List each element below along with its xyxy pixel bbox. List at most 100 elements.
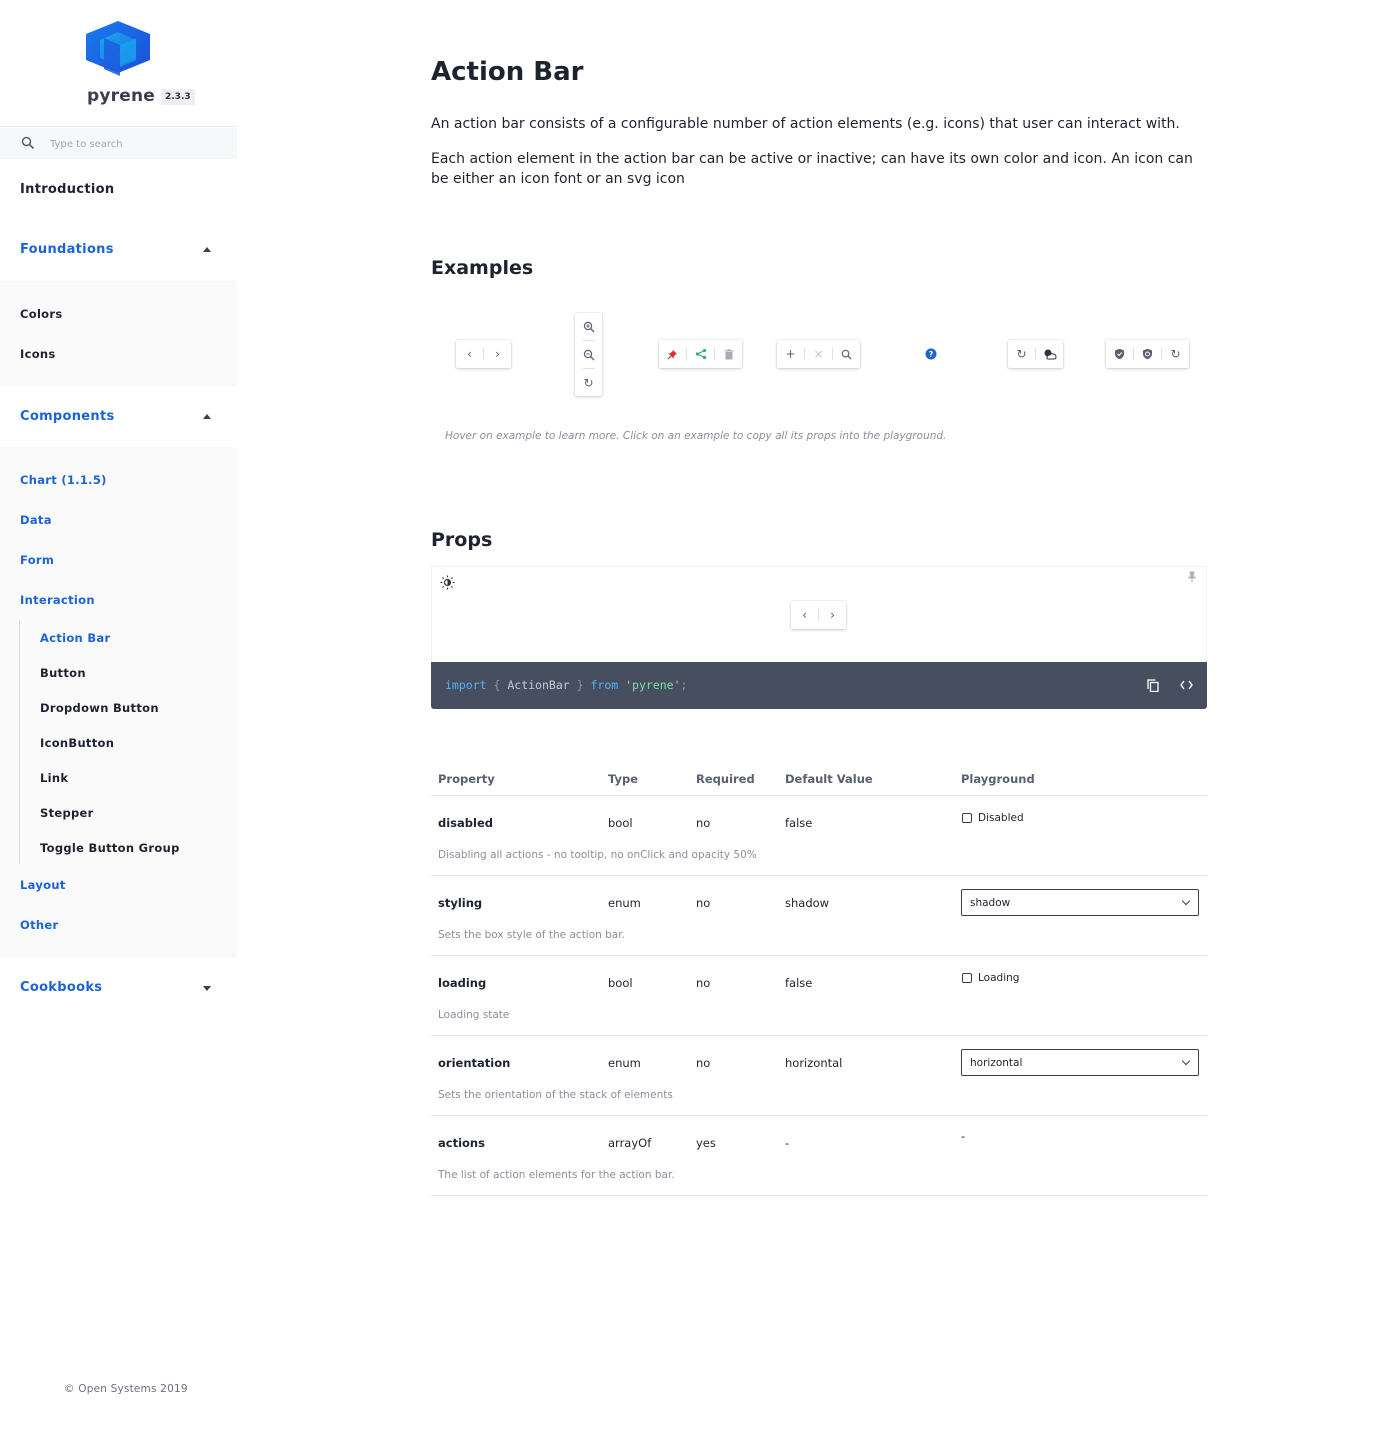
copy-icon[interactable] bbox=[1147, 679, 1159, 692]
nav-item-other[interactable]: Other bbox=[20, 918, 58, 932]
search-input[interactable] bbox=[50, 135, 220, 153]
weather-icon[interactable] bbox=[1036, 340, 1063, 368]
disabled-checkbox[interactable]: Disabled bbox=[962, 812, 1024, 824]
help-icon[interactable]: ? bbox=[925, 348, 937, 360]
nav-components[interactable]: Components bbox=[20, 409, 115, 424]
footer-copyright: © Open Systems 2019 bbox=[64, 1383, 188, 1395]
pin-icon[interactable] bbox=[1187, 571, 1197, 583]
header-required: Required bbox=[696, 772, 755, 786]
loading-checkbox[interactable]: Loading bbox=[962, 972, 1019, 984]
import-statement: import { ActionBar } from 'pyrene'; bbox=[445, 678, 688, 692]
prop-default: horizontal bbox=[785, 1056, 843, 1070]
prop-required: no bbox=[696, 976, 711, 990]
actions-playground-value: - bbox=[961, 1129, 966, 1143]
close-icon[interactable]: × bbox=[805, 340, 832, 368]
example-action-bar-3[interactable] bbox=[659, 340, 742, 368]
search-bar bbox=[0, 128, 237, 159]
nav-item-interaction[interactable]: Interaction bbox=[20, 593, 95, 607]
prop-description: The list of action elements for the acti… bbox=[438, 1169, 675, 1181]
svg-text:?: ? bbox=[928, 350, 933, 359]
prop-required: no bbox=[696, 896, 711, 910]
zoom-in-icon[interactable] bbox=[575, 313, 602, 340]
pyrene-logo-icon[interactable] bbox=[84, 20, 152, 80]
pin-icon[interactable] bbox=[659, 340, 686, 368]
prop-name: actions bbox=[438, 1136, 485, 1150]
brand-name: pyrene bbox=[87, 86, 155, 106]
chevron-right-icon[interactable]: › bbox=[819, 601, 846, 629]
refresh-icon[interactable]: ↻ bbox=[1162, 340, 1189, 368]
theme-toggle-icon[interactable] bbox=[440, 575, 455, 590]
collapse-foundations-icon[interactable] bbox=[203, 247, 211, 252]
example-action-bar-1[interactable]: ‹ › bbox=[456, 340, 511, 368]
nav-sub-stepper[interactable]: Stepper bbox=[40, 806, 94, 820]
search-icon bbox=[21, 136, 35, 150]
collapse-components-icon[interactable] bbox=[203, 414, 211, 419]
example-action-bar-2[interactable]: ↻ bbox=[575, 313, 602, 396]
playground-preview: ‹ › bbox=[431, 566, 1207, 663]
header-default-value: Default Value bbox=[785, 772, 873, 786]
prop-description: Sets the box style of the action bar. bbox=[438, 929, 625, 941]
chevron-left-icon[interactable]: ‹ bbox=[791, 601, 818, 629]
shield-alert-icon[interactable] bbox=[1134, 340, 1161, 368]
orientation-select[interactable]: horizontal bbox=[961, 1049, 1199, 1076]
chevron-down-icon bbox=[1181, 896, 1191, 906]
submenu-divider bbox=[19, 620, 20, 864]
nav-item-form[interactable]: Form bbox=[20, 553, 54, 567]
nav-sub-button[interactable]: Button bbox=[40, 666, 86, 680]
prop-description: Disabling all actions - no tooltip, no o… bbox=[438, 849, 757, 861]
example-action-bar-6[interactable]: ↻ bbox=[1008, 340, 1063, 368]
playground-action-bar[interactable]: ‹ › bbox=[791, 601, 846, 629]
prop-type: bool bbox=[608, 976, 633, 990]
nav-cookbooks[interactable]: Cookbooks bbox=[20, 980, 102, 995]
nav-sub-iconbutton[interactable]: IconButton bbox=[40, 736, 114, 750]
nav-sub-dropdown-button[interactable]: Dropdown Button bbox=[40, 701, 159, 715]
example-action-bar-4[interactable]: + × bbox=[777, 340, 860, 368]
chevron-down-icon bbox=[1181, 1056, 1191, 1066]
page-description-2: Each action element in the action bar ca… bbox=[431, 151, 1193, 187]
add-icon[interactable]: + bbox=[777, 340, 804, 368]
page-description-1: An action bar consists of a configurable… bbox=[431, 116, 1180, 132]
prop-name: loading bbox=[438, 976, 487, 990]
refresh-icon[interactable]: ↻ bbox=[575, 369, 602, 396]
prop-required: no bbox=[696, 816, 711, 830]
sidebar: pyrene 2.3.3 Introduction Foundations Co… bbox=[0, 0, 237, 1429]
header-playground: Playground bbox=[961, 772, 1035, 786]
example-action-bar-5[interactable]: ? bbox=[917, 340, 944, 368]
nav-item-layout[interactable]: Layout bbox=[20, 878, 66, 892]
prop-name: styling bbox=[438, 896, 483, 910]
nav-item-colors[interactable]: Colors bbox=[20, 307, 63, 321]
expand-cookbooks-icon[interactable] bbox=[203, 986, 211, 991]
nav-sub-toggle-button-group[interactable]: Toggle Button Group bbox=[40, 841, 180, 855]
chevron-left-icon[interactable]: ‹ bbox=[456, 340, 483, 368]
foundations-group bbox=[0, 281, 237, 386]
header-property: Property bbox=[438, 772, 495, 786]
refresh-icon[interactable]: ↻ bbox=[1008, 340, 1035, 368]
prop-required: yes bbox=[696, 1136, 716, 1150]
prop-name: orientation bbox=[438, 1056, 511, 1070]
trash-icon[interactable] bbox=[715, 340, 742, 368]
nav-introduction[interactable]: Introduction bbox=[20, 182, 114, 197]
prop-default: - bbox=[785, 1136, 790, 1150]
props-heading: Props bbox=[431, 529, 493, 551]
nav-sub-action-bar[interactable]: Action Bar bbox=[40, 631, 110, 645]
shield-icon[interactable] bbox=[1106, 340, 1133, 368]
prop-description: Sets the orientation of the stack of ele… bbox=[438, 1089, 673, 1101]
nav-item-icons[interactable]: Icons bbox=[20, 347, 56, 361]
zoom-out-icon[interactable] bbox=[575, 341, 602, 368]
examples-hint: Hover on example to learn more. Click on… bbox=[445, 430, 947, 442]
nav-item-data[interactable]: Data bbox=[20, 513, 52, 527]
nav-sub-link[interactable]: Link bbox=[40, 771, 68, 785]
styling-select[interactable]: shadow bbox=[961, 889, 1199, 916]
page-title: Action Bar bbox=[431, 57, 584, 87]
share-icon[interactable] bbox=[687, 340, 714, 368]
nav-item-chart[interactable]: Chart (1.1.5) bbox=[20, 473, 107, 487]
code-toggle-icon[interactable] bbox=[1180, 680, 1193, 690]
code-snippet: import { ActionBar } from 'pyrene'; bbox=[431, 662, 1207, 709]
prop-type: enum bbox=[608, 896, 641, 910]
prop-required: no bbox=[696, 1056, 711, 1070]
search-icon[interactable] bbox=[833, 340, 860, 368]
example-action-bar-7[interactable]: ↻ bbox=[1106, 340, 1189, 368]
nav-foundations[interactable]: Foundations bbox=[20, 242, 114, 257]
prop-type: bool bbox=[608, 816, 633, 830]
chevron-right-icon[interactable]: › bbox=[484, 340, 511, 368]
